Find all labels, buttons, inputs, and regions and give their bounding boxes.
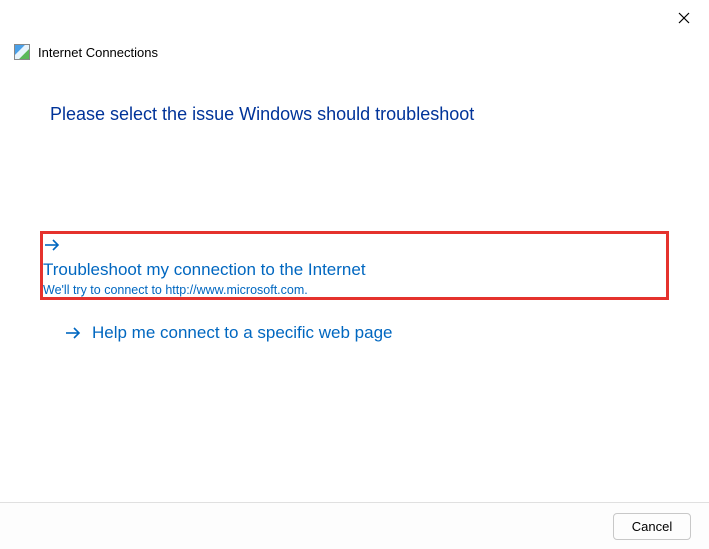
page-heading: Please select the issue Windows should t…: [50, 104, 659, 125]
option-specific-webpage[interactable]: Help me connect to a specific web page: [50, 310, 659, 358]
cancel-button[interactable]: Cancel: [613, 513, 691, 540]
arrow-right-icon: [43, 236, 61, 254]
close-icon: [678, 12, 690, 24]
option-title: Troubleshoot my connection to the Intern…: [43, 259, 366, 281]
option-troubleshoot-internet[interactable]: Troubleshoot my connection to the Intern…: [40, 231, 669, 300]
header: Internet Connections: [0, 36, 709, 62]
close-button[interactable]: [669, 3, 699, 33]
window-title: Internet Connections: [38, 45, 158, 60]
main-content: Please select the issue Windows should t…: [0, 62, 709, 358]
option-subtitle: We'll try to connect to http://www.micro…: [43, 283, 366, 297]
titlebar: [0, 0, 709, 36]
app-icon: [14, 44, 30, 60]
option-title: Help me connect to a specific web page: [92, 322, 393, 344]
arrow-right-icon: [64, 324, 82, 342]
options-list: Troubleshoot my connection to the Intern…: [50, 231, 659, 358]
footer: Cancel: [0, 502, 709, 549]
